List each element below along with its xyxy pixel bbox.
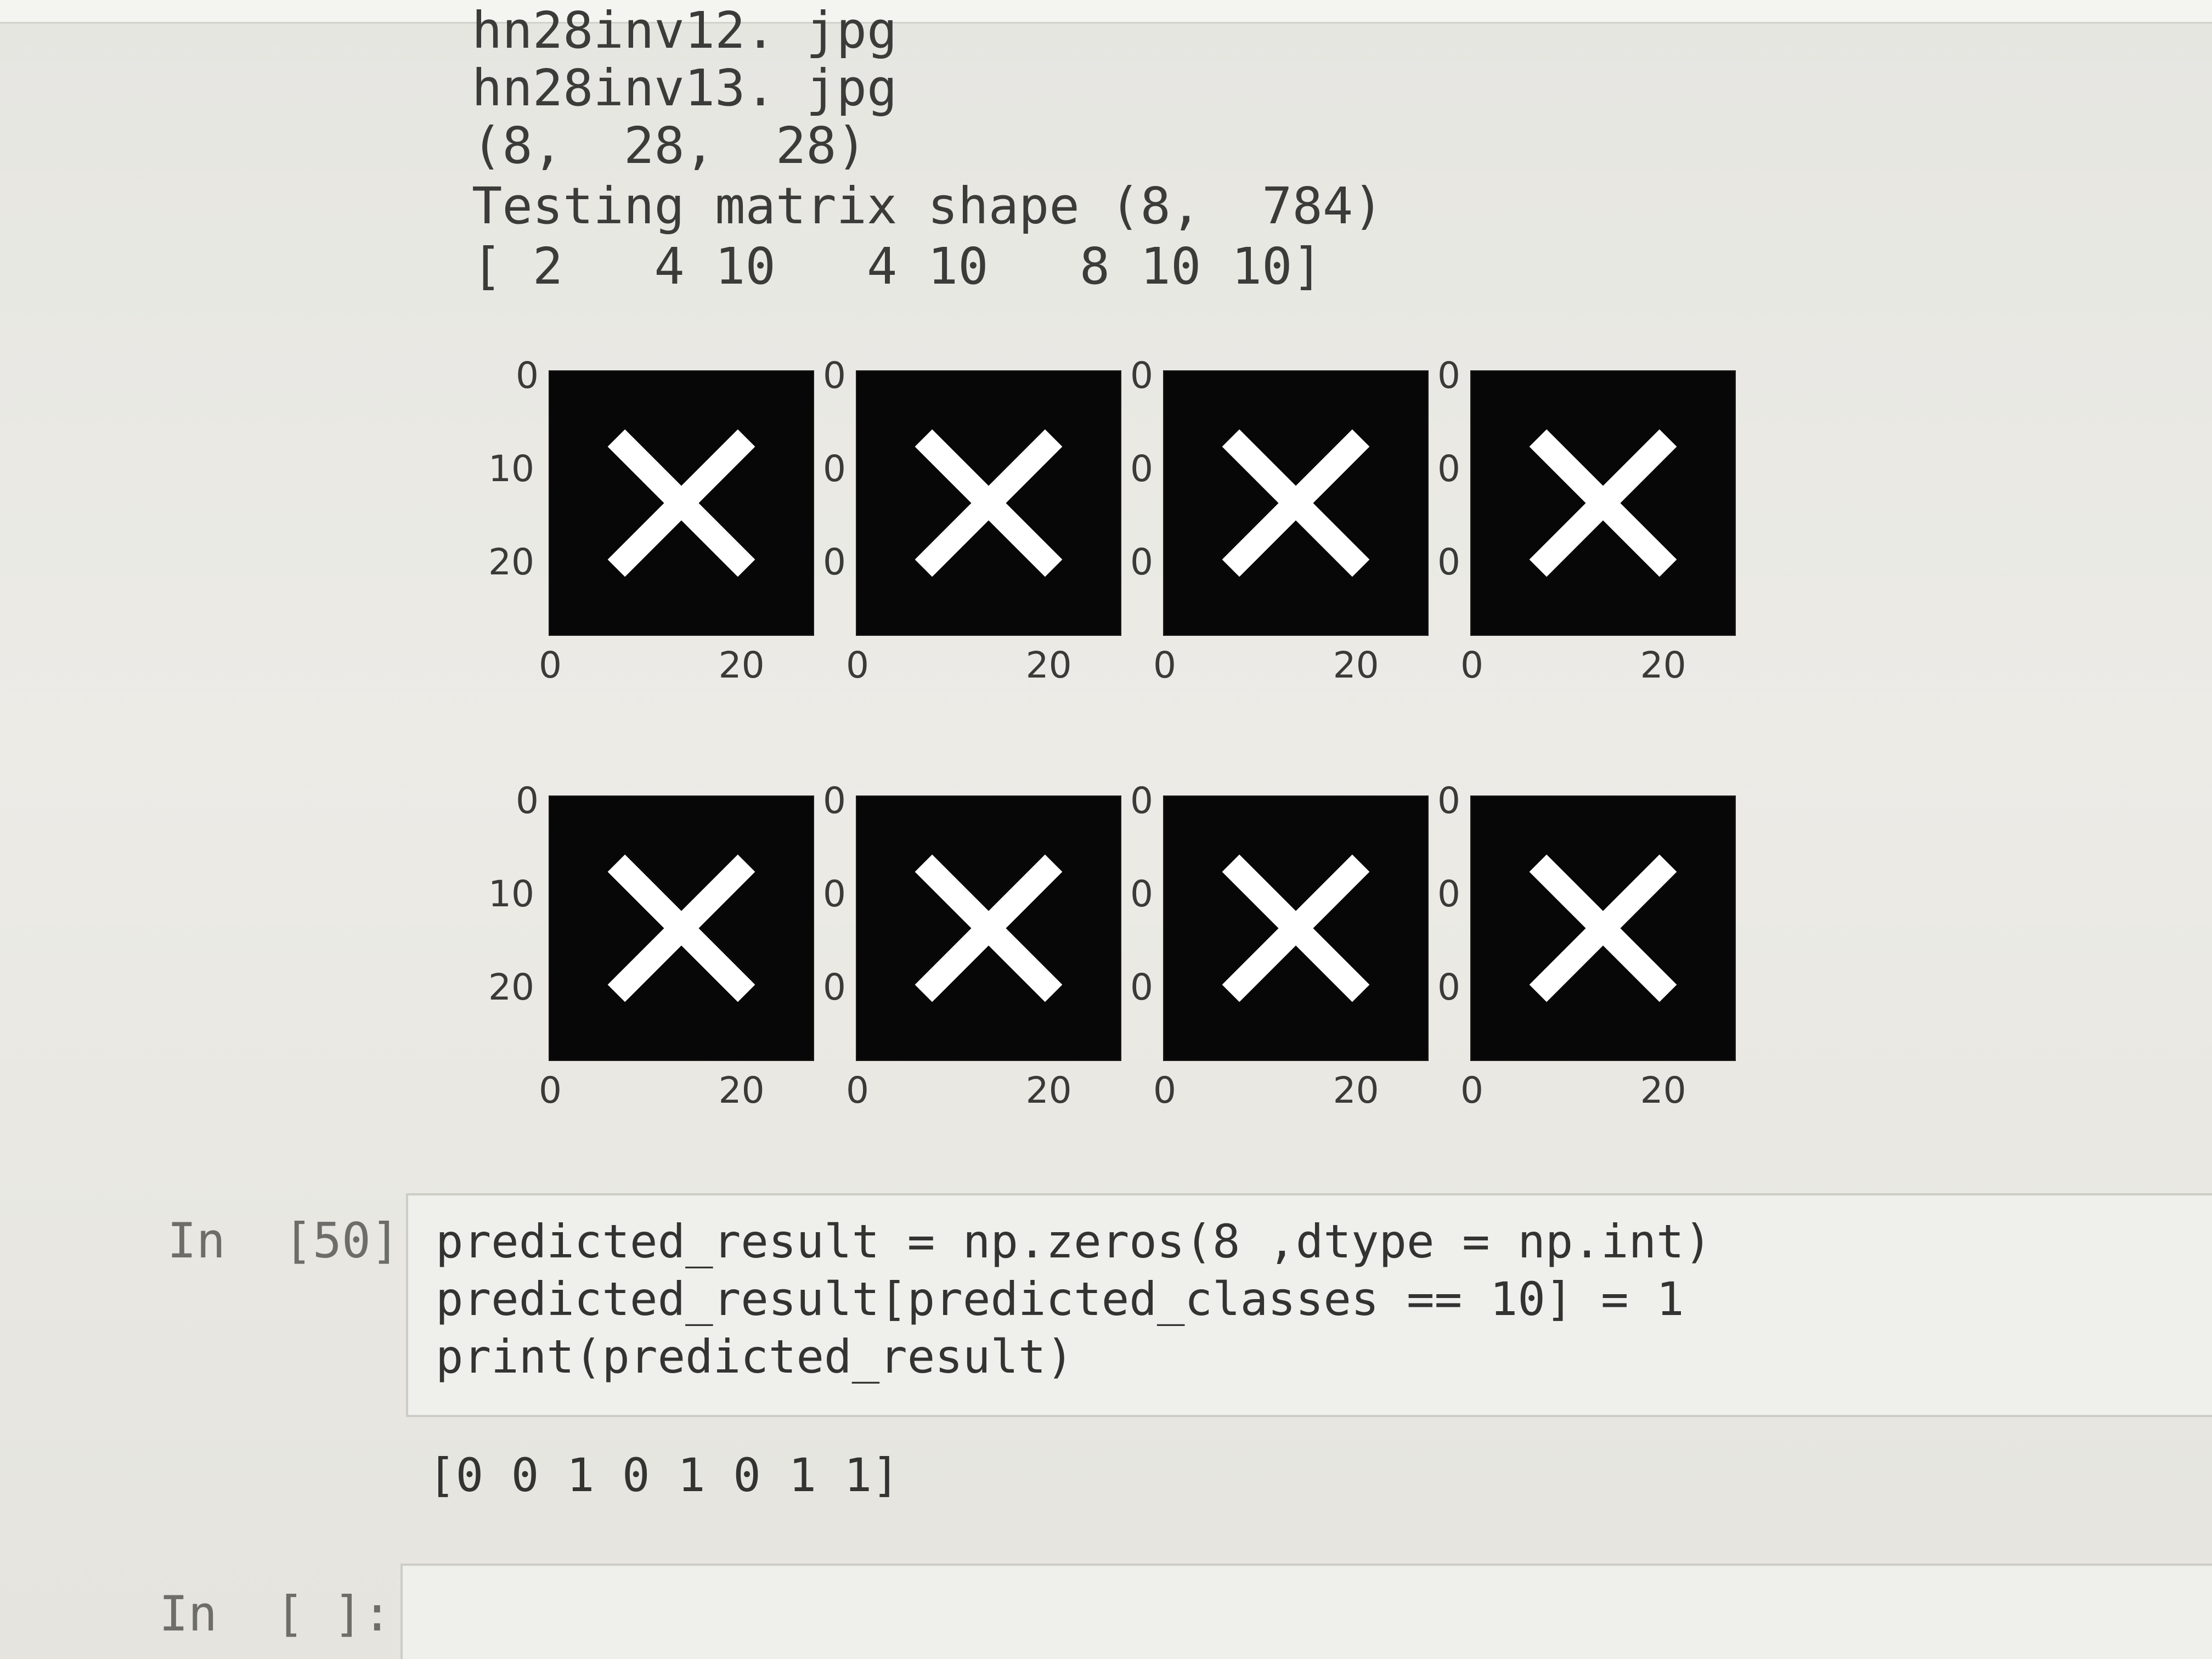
- output-testing-matrix-shape: Testing matrix shape (8, 784): [472, 177, 1384, 235]
- code-cell-50[interactable]: predicted_result = np.zeros(8 ,dtype = n…: [406, 1193, 2212, 1417]
- subplot-image-3: [1163, 370, 1429, 636]
- subplot-image-4: [1470, 370, 1736, 636]
- y-tick-label: 0: [1437, 873, 1460, 915]
- x-tick-label: 20: [718, 644, 765, 686]
- y-tick-label: 0: [1437, 541, 1460, 584]
- x-tick-label: 20: [1333, 644, 1379, 686]
- output-filename-13: hn28inv13. jpg: [472, 59, 898, 117]
- subplot-image-8: [1470, 795, 1736, 1061]
- x-tick-label: 0: [846, 1069, 869, 1111]
- y-tick-label: 0: [1130, 354, 1153, 397]
- empty-code-cell[interactable]: [400, 1564, 2212, 1659]
- code-line-3: print(predicted_result): [436, 1330, 1074, 1384]
- notebook-page: hn28inv12. jpg hn28inv13. jpg (8, 28, 28…: [0, 0, 2212, 1659]
- y-tick-label: 0: [1437, 966, 1460, 1009]
- notebook-toolbar-edge: [0, 0, 2212, 24]
- subplot-image-2: [856, 370, 1121, 636]
- x-glyph-image: [1222, 429, 1370, 577]
- x-glyph-image: [1529, 854, 1677, 1002]
- x-glyph-image: [1529, 429, 1677, 577]
- y-tick-label: 0: [823, 873, 846, 915]
- subplot-image-1: [549, 370, 814, 636]
- y-tick-label: 0: [823, 354, 846, 397]
- y-tick-label: 0: [516, 779, 539, 822]
- x-tick-label: 20: [1333, 1069, 1379, 1111]
- x-tick-label: 20: [1025, 644, 1072, 686]
- x-glyph-image: [915, 429, 1063, 577]
- y-tick-label: 0: [516, 354, 539, 397]
- empty-cell-prompt: In [ ]:: [159, 1585, 392, 1642]
- y-tick-label: 0: [823, 966, 846, 1009]
- code-line-1: predicted_result = np.zeros(8 ,dtype = n…: [436, 1215, 1712, 1268]
- x-tick-label: 20: [1640, 644, 1686, 686]
- x-tick-label: 20: [718, 1069, 765, 1111]
- y-tick-label: 0: [1130, 779, 1153, 822]
- y-tick-label: 0: [1437, 354, 1460, 397]
- y-tick-label: 10: [488, 448, 534, 490]
- y-tick-label: 0: [1130, 966, 1153, 1009]
- y-tick-label: 0: [823, 448, 846, 490]
- subplot-image-7: [1163, 795, 1429, 1061]
- x-tick-label: 0: [846, 644, 869, 686]
- subplot-image-5: [549, 795, 814, 1061]
- x-glyph-image: [607, 429, 755, 577]
- x-tick-label: 0: [1153, 1069, 1176, 1111]
- cell-50-output: [0 0 1 0 1 0 1 1]: [428, 1448, 900, 1502]
- y-tick-label: 0: [1437, 448, 1460, 490]
- x-glyph-image: [1222, 854, 1370, 1002]
- y-tick-label: 0: [823, 779, 846, 822]
- x-glyph-image: [607, 854, 755, 1002]
- output-predicted-classes: [ 2 4 10 4 10 8 10 10]: [472, 237, 1323, 296]
- subplot-image-6: [856, 795, 1121, 1061]
- code-line-2: predicted_result[predicted_classes == 10…: [436, 1272, 1684, 1326]
- x-tick-label: 0: [539, 644, 562, 686]
- x-tick-label: 0: [1460, 644, 1483, 686]
- output-array-shape: (8, 28, 28): [472, 116, 867, 175]
- y-tick-label: 0: [1130, 448, 1153, 490]
- cell-50-prompt: In [50]:: [167, 1212, 429, 1269]
- x-tick-label: 0: [539, 1069, 562, 1111]
- y-tick-label: 20: [488, 966, 534, 1009]
- output-filename-12: hn28inv12. jpg: [472, 1, 898, 60]
- x-glyph-image: [915, 854, 1063, 1002]
- y-tick-label: 10: [488, 873, 534, 915]
- x-tick-label: 0: [1153, 644, 1176, 686]
- y-tick-label: 0: [823, 541, 846, 584]
- y-tick-label: 20: [488, 541, 534, 584]
- x-tick-label: 20: [1640, 1069, 1686, 1111]
- y-tick-label: 0: [1130, 873, 1153, 915]
- x-tick-label: 0: [1460, 1069, 1483, 1111]
- x-tick-label: 20: [1025, 1069, 1072, 1111]
- y-tick-label: 0: [1437, 779, 1460, 822]
- y-tick-label: 0: [1130, 541, 1153, 584]
